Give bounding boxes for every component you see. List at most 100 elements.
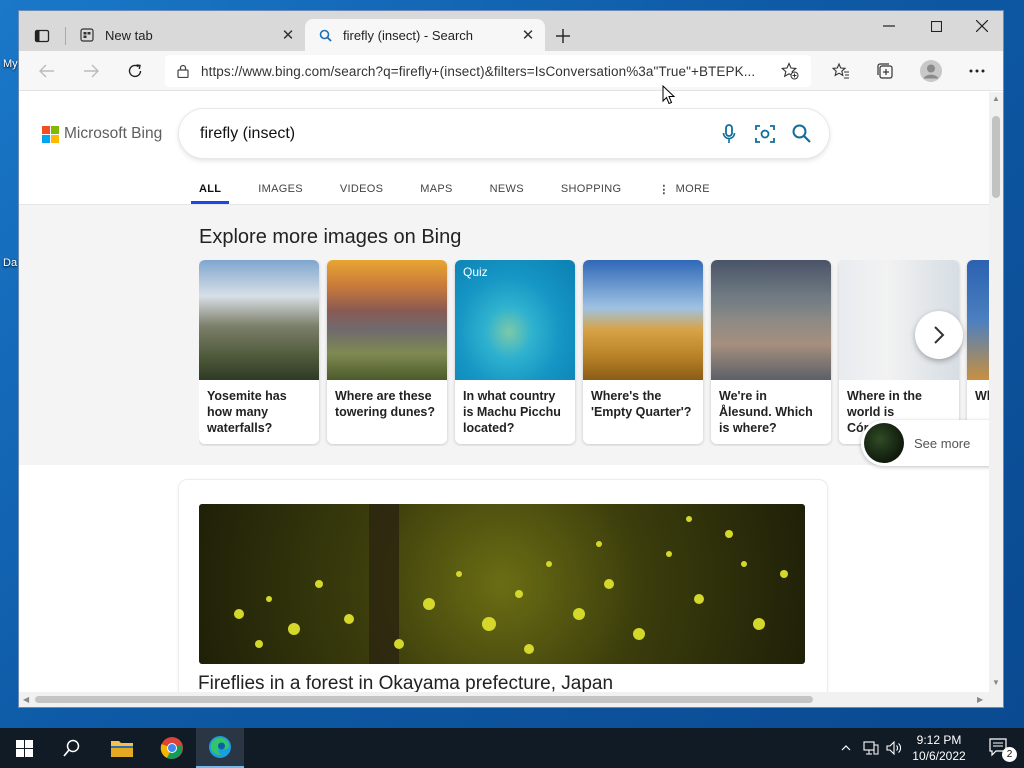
card-caption: Yosemite has how many waterfalls? [207,389,287,435]
add-favorite-icon[interactable] [781,62,799,80]
file-explorer-icon[interactable] [98,728,146,768]
visual-search-icon[interactable] [747,124,783,144]
search-box[interactable]: firefly (insect) [179,109,829,158]
see-more-button[interactable]: See more [861,420,1001,466]
tab-images[interactable]: IMAGES [250,174,311,204]
card-caption: Where are these towering dunes? [335,389,435,419]
desktop-icon-label[interactable]: Da [3,257,17,269]
mouse-cursor-icon [662,85,676,105]
search-icon[interactable] [48,728,96,768]
chevron-up-icon[interactable] [836,728,856,768]
card-caption: Wh an po [975,389,989,403]
scroll-up-icon[interactable]: ▲ [992,94,1000,103]
taskbar: 9:12 PM 10/6/2022 2 [0,728,1024,768]
edge-icon[interactable] [196,728,244,768]
new-tab-button[interactable] [552,25,574,47]
clock[interactable]: 9:12 PM 10/6/2022 [908,732,970,764]
scroll-down-icon[interactable]: ▼ [992,678,1000,687]
url-text[interactable]: https://www.bing.com/search?q=firefly+(i… [201,64,761,79]
chrome-icon[interactable] [148,728,196,768]
tab-new-tab[interactable]: New tab ✕ [67,19,305,51]
carousel-card[interactable]: Quiz In what country is Machu Picchu loc… [455,260,575,444]
scroll-right-icon[interactable]: ▶ [977,695,983,704]
collections-icon[interactable] [873,59,897,83]
vertical-scrollbar[interactable]: ▲ ▼ [989,92,1003,694]
microphone-icon[interactable] [711,123,747,144]
notification-center-icon[interactable]: 2 [976,728,1024,768]
new-tab-icon [79,27,95,43]
card-image [583,260,703,380]
favorites-icon[interactable] [829,59,853,83]
address-bar[interactable]: https://www.bing.com/search?q=firefly+(i… [165,55,811,87]
result-card: Fireflies in a forest in Okayama prefect… [179,480,827,692]
quiz-badge: Quiz [463,265,488,279]
tab-maps[interactable]: MAPS [412,174,460,204]
minimize-button[interactable] [874,15,904,37]
search-icon[interactable] [783,124,819,143]
explore-title: Explore more images on Bing [199,226,462,248]
scroll-left-icon[interactable]: ◀ [23,695,29,704]
browser-toolbar: https://www.bing.com/search?q=firefly+(i… [19,51,1003,91]
scrollbar-thumb[interactable] [35,696,813,703]
start-button[interactable] [0,728,48,768]
fireflies-image [234,504,788,664]
tab-more[interactable]: ⋮ MORE [650,174,718,204]
profile-avatar[interactable] [917,57,945,85]
result-title[interactable]: Fireflies in a forest in Okayama prefect… [198,673,613,692]
tab-more-label: MORE [675,183,710,195]
carousel-card[interactable]: Where's the 'Empty Quarter'? [583,260,703,444]
close-window-button[interactable] [967,15,997,37]
back-button[interactable] [35,59,59,83]
forward-button[interactable] [79,59,103,83]
tab-videos[interactable]: VIDEOS [332,174,391,204]
tab-bar: New tab ✕ firefly (insect) - Search ✕ [19,11,1003,51]
desktop-icon-label[interactable]: My [3,58,18,70]
carousel-next-button[interactable] [915,311,963,359]
search-input[interactable]: firefly (insect) [200,125,711,143]
scrollbar-thumb[interactable] [992,116,1000,198]
logo-text: Microsoft Bing [64,125,163,142]
tab-title: firefly (insect) - Search [343,27,474,43]
search-nav-tabs: ALL IMAGES VIDEOS MAPS NEWS SHOPPING ⋮ M… [191,174,739,204]
notification-count: 2 [1002,747,1017,762]
card-image: Quiz [455,260,575,380]
card-image [199,260,319,380]
maximize-button[interactable] [921,15,951,37]
image-carousel: Yosemite has how many waterfalls? Where … [199,260,989,446]
card-image [967,260,989,380]
see-more-label: See more [914,435,971,451]
search-icon [317,27,333,43]
horizontal-scrollbar[interactable]: ◀ ▶ [19,692,1003,707]
card-caption: Where's the 'Empty Quarter'? [591,389,692,419]
chevron-right-icon [934,326,945,344]
refresh-button[interactable] [123,59,147,83]
clock-date: 10/6/2022 [912,749,966,763]
card-caption: In what country is Machu Picchu located? [463,389,561,435]
clock-time: 9:12 PM [916,733,962,747]
see-more-thumbnail [864,423,904,463]
tab-search[interactable]: firefly (insect) - Search ✕ [305,19,545,51]
tab-shopping[interactable]: SHOPPING [553,174,629,204]
windows-icon [15,739,33,757]
microsoft-logo-icon [42,125,59,143]
tab-actions-icon[interactable] [31,25,53,47]
carousel-card[interactable]: Where are these towering dunes? [327,260,447,444]
tab-news[interactable]: NEWS [482,174,532,204]
more-options-icon[interactable] [965,59,989,83]
tab-title: New tab [105,27,153,43]
lock-icon[interactable] [177,64,189,78]
carousel-card[interactable]: Wh an po [967,260,989,444]
close-icon[interactable]: ✕ [277,26,299,44]
bing-logo[interactable]: Microsoft Bing [42,125,162,143]
hero-image[interactable] [199,504,805,664]
bing-page: Microsoft Bing firefly (insect) ALL IMAG… [19,92,989,692]
card-image [711,260,831,380]
card-caption: We're in Ålesund. Which is where? [719,389,813,435]
close-icon[interactable]: ✕ [517,26,539,44]
carousel-card[interactable]: Yosemite has how many waterfalls? [199,260,319,444]
tab-all[interactable]: ALL [191,174,230,204]
browser-window: New tab ✕ firefly (insect) - Search ✕ ht… [18,10,1004,708]
carousel-card[interactable]: We're in Ålesund. Which is where? [711,260,831,444]
volume-icon[interactable] [883,728,905,768]
network-icon[interactable] [860,728,882,768]
